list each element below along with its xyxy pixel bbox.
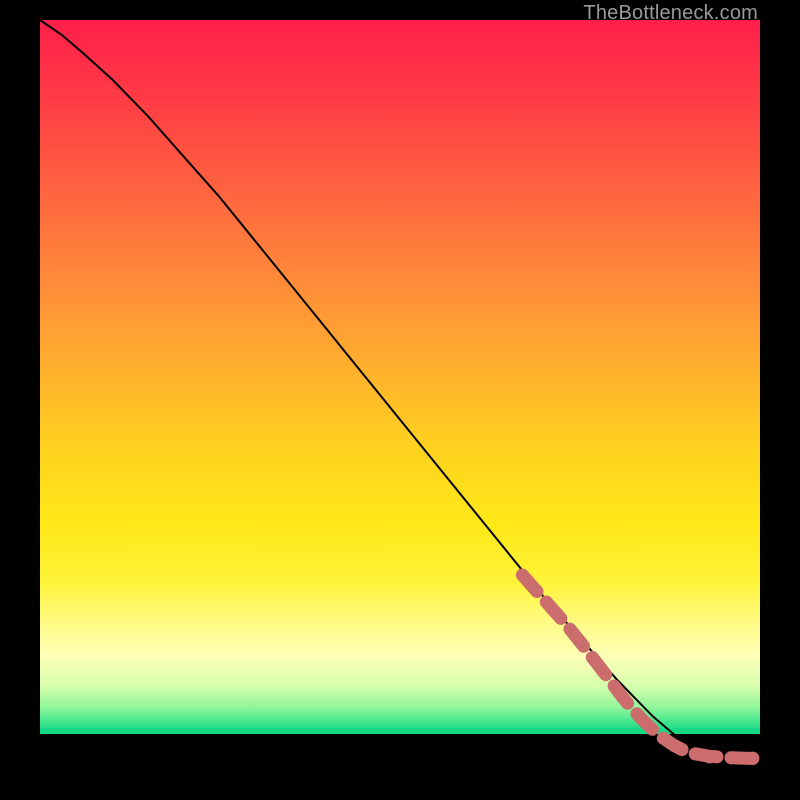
curve-group	[40, 20, 760, 760]
tail-dot	[725, 751, 738, 764]
tail-dot	[746, 752, 759, 765]
tail-dot	[703, 751, 716, 764]
dotted-tail-path	[522, 575, 752, 759]
plot-area	[40, 20, 760, 760]
curve-svg	[40, 20, 760, 760]
chart-stage: TheBottleneck.com	[0, 0, 800, 800]
main-curve	[40, 20, 760, 760]
dotted-tail	[522, 575, 759, 765]
